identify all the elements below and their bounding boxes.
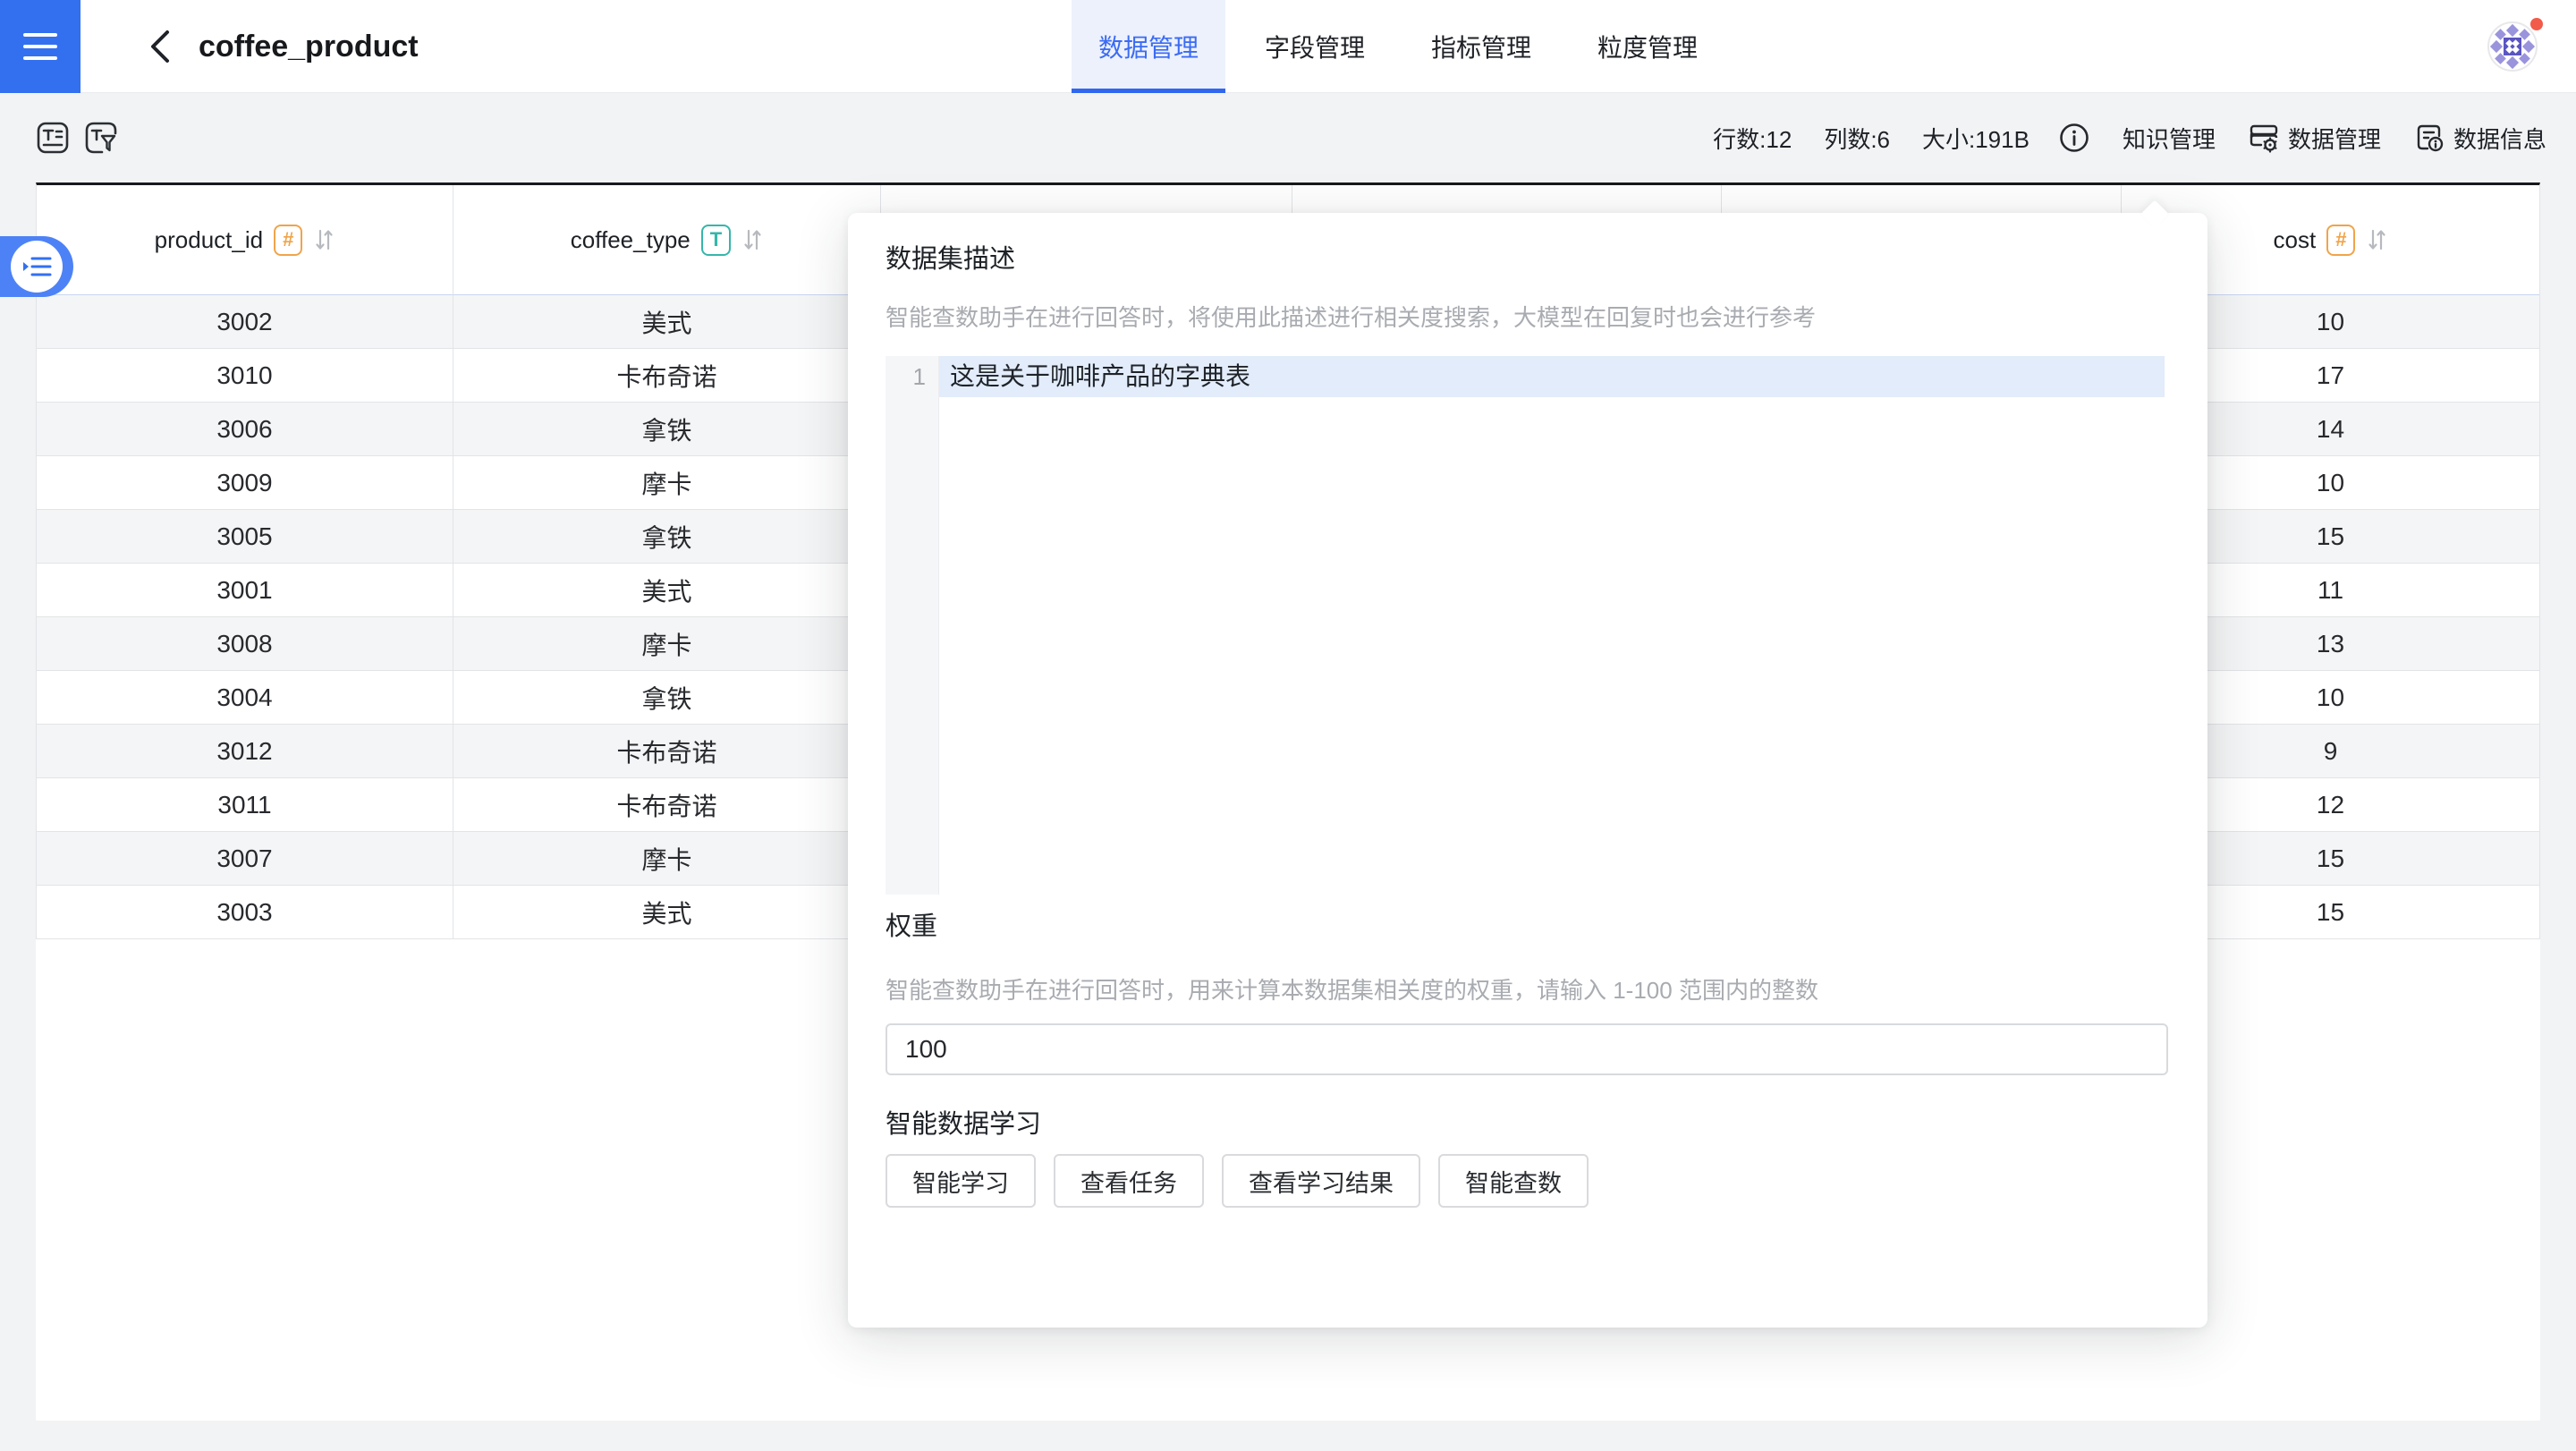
- app-header: coffee_product 数据管理 字段管理 指标管理 粒度管理: [0, 0, 2576, 93]
- tab-bar: 数据管理 字段管理 指标管理 粒度管理: [1072, 0, 1737, 93]
- editor-gutter: 1: [886, 356, 939, 895]
- tab-field-management[interactable]: 字段管理: [1238, 0, 1392, 93]
- sort-icon[interactable]: [741, 226, 763, 253]
- smart-learning-button[interactable]: 智能学习: [886, 1154, 1036, 1208]
- cell-product-id[interactable]: 3002: [37, 295, 453, 349]
- hamburger-icon: [23, 33, 57, 37]
- description-editor[interactable]: 1 这是关于咖啡产品的字典表: [886, 356, 2165, 895]
- hamburger-menu-button[interactable]: [0, 0, 80, 93]
- toolbar-right: 行数:12 列数:6 大小:191B 知识管理: [1713, 93, 2546, 182]
- view-tasks-button[interactable]: 查看任务: [1054, 1154, 1204, 1208]
- column-count-stat: 列数:6: [1824, 122, 1890, 155]
- side-panel-toggle[interactable]: [0, 236, 73, 297]
- knowledge-management-button[interactable]: 知识管理: [2123, 122, 2216, 155]
- cell-product-id[interactable]: 3004: [37, 671, 453, 725]
- cell-coffee-type[interactable]: 拿铁: [453, 510, 881, 564]
- page-title: coffee_product: [199, 0, 419, 93]
- column-label: coffee_type: [571, 226, 691, 254]
- sort-icon[interactable]: [313, 226, 335, 253]
- learning-actions: 智能学习 查看任务 查看学习结果 智能查数: [886, 1154, 2166, 1208]
- toolbar: 行数:12 列数:6 大小:191B 知识管理: [0, 93, 2576, 182]
- editor-code-area[interactable]: 这是关于咖啡产品的字典表: [939, 356, 2165, 895]
- view-learning-results-button[interactable]: 查看学习结果: [1222, 1154, 1420, 1208]
- editor-active-line[interactable]: 这是关于咖啡产品的字典表: [939, 356, 2165, 397]
- chevron-left-icon: [146, 27, 173, 66]
- number-type-badge: #: [2326, 225, 2355, 256]
- cell-product-id[interactable]: 3007: [37, 832, 453, 886]
- cell-coffee-type[interactable]: 卡布奇诺: [453, 349, 881, 403]
- cell-coffee-type[interactable]: 拿铁: [453, 403, 881, 456]
- cell-product-id[interactable]: 3012: [37, 725, 453, 778]
- weight-input[interactable]: [886, 1023, 2168, 1075]
- database-gear-icon: [2248, 122, 2280, 154]
- column-label: cost: [2274, 226, 2317, 254]
- text-type-badge: T: [701, 225, 731, 256]
- cell-product-id[interactable]: 3010: [37, 349, 453, 403]
- data-info-button[interactable]: 数据信息: [2413, 122, 2546, 155]
- cell-coffee-type[interactable]: 美式: [453, 295, 881, 349]
- weight-hint: 智能查数助手在进行回答时，用来计算本数据集相关度的权重，请输入 1-100 范围…: [886, 975, 2166, 1006]
- cell-product-id[interactable]: 3001: [37, 564, 453, 617]
- avatar-pattern-icon: [2489, 23, 2536, 70]
- cell-product-id[interactable]: 3009: [37, 456, 453, 510]
- dataset-description-hint: 智能查数助手在进行回答时，将使用此描述进行相关度搜索，大模型在回复时也会进行参考: [886, 302, 2166, 333]
- column-header-product-id[interactable]: product_id #: [37, 185, 453, 295]
- cell-coffee-type[interactable]: 摩卡: [453, 456, 881, 510]
- cell-product-id[interactable]: 3011: [37, 778, 453, 832]
- smart-data-learning-title: 智能数据学习: [886, 1108, 2166, 1141]
- cell-coffee-type[interactable]: 卡布奇诺: [453, 725, 881, 778]
- sort-icon[interactable]: [2366, 226, 2387, 253]
- cell-coffee-type[interactable]: 摩卡: [453, 832, 881, 886]
- file-info-icon: [2413, 122, 2445, 154]
- column-header-coffee-type[interactable]: coffee_type T: [453, 185, 881, 295]
- run-list-icon: [21, 253, 52, 280]
- cell-coffee-type[interactable]: 卡布奇诺: [453, 778, 881, 832]
- cell-product-id[interactable]: 3005: [37, 510, 453, 564]
- cell-product-id[interactable]: 3006: [37, 403, 453, 456]
- tab-metric-management[interactable]: 指标管理: [1404, 0, 1558, 93]
- notification-dot: [2530, 18, 2543, 30]
- cell-product-id[interactable]: 3003: [37, 886, 453, 939]
- cell-coffee-type[interactable]: 美式: [453, 564, 881, 617]
- cell-product-id[interactable]: 3008: [37, 617, 453, 671]
- dataset-description-title: 数据集描述: [886, 243, 2166, 276]
- avatar[interactable]: [2487, 21, 2538, 72]
- column-label: product_id: [155, 226, 263, 254]
- field-display-icon[interactable]: [36, 121, 70, 155]
- weight-title: 权重: [886, 911, 2166, 943]
- line-number: 1: [886, 356, 938, 397]
- data-management-button[interactable]: 数据管理: [2248, 122, 2381, 155]
- back-button[interactable]: [136, 23, 182, 70]
- row-count-stat: 行数:12: [1713, 122, 1792, 155]
- smart-query-button[interactable]: 智能查数: [1438, 1154, 1589, 1208]
- cell-coffee-type[interactable]: 拿铁: [453, 671, 881, 725]
- tab-granularity-management[interactable]: 粒度管理: [1571, 0, 1724, 93]
- cell-coffee-type[interactable]: 美式: [453, 886, 881, 939]
- field-filter-icon[interactable]: [84, 121, 118, 155]
- size-stat: 大小:191B: [1922, 122, 2029, 155]
- knowledge-management-popover: 数据集描述 智能查数助手在进行回答时，将使用此描述进行相关度搜索，大模型在回复时…: [848, 213, 2207, 1328]
- tab-data-management[interactable]: 数据管理: [1072, 0, 1225, 93]
- number-type-badge: #: [274, 225, 302, 256]
- toolbar-left-icons: [36, 93, 118, 182]
- info-circle-icon[interactable]: [2058, 122, 2090, 154]
- cell-coffee-type[interactable]: 摩卡: [453, 617, 881, 671]
